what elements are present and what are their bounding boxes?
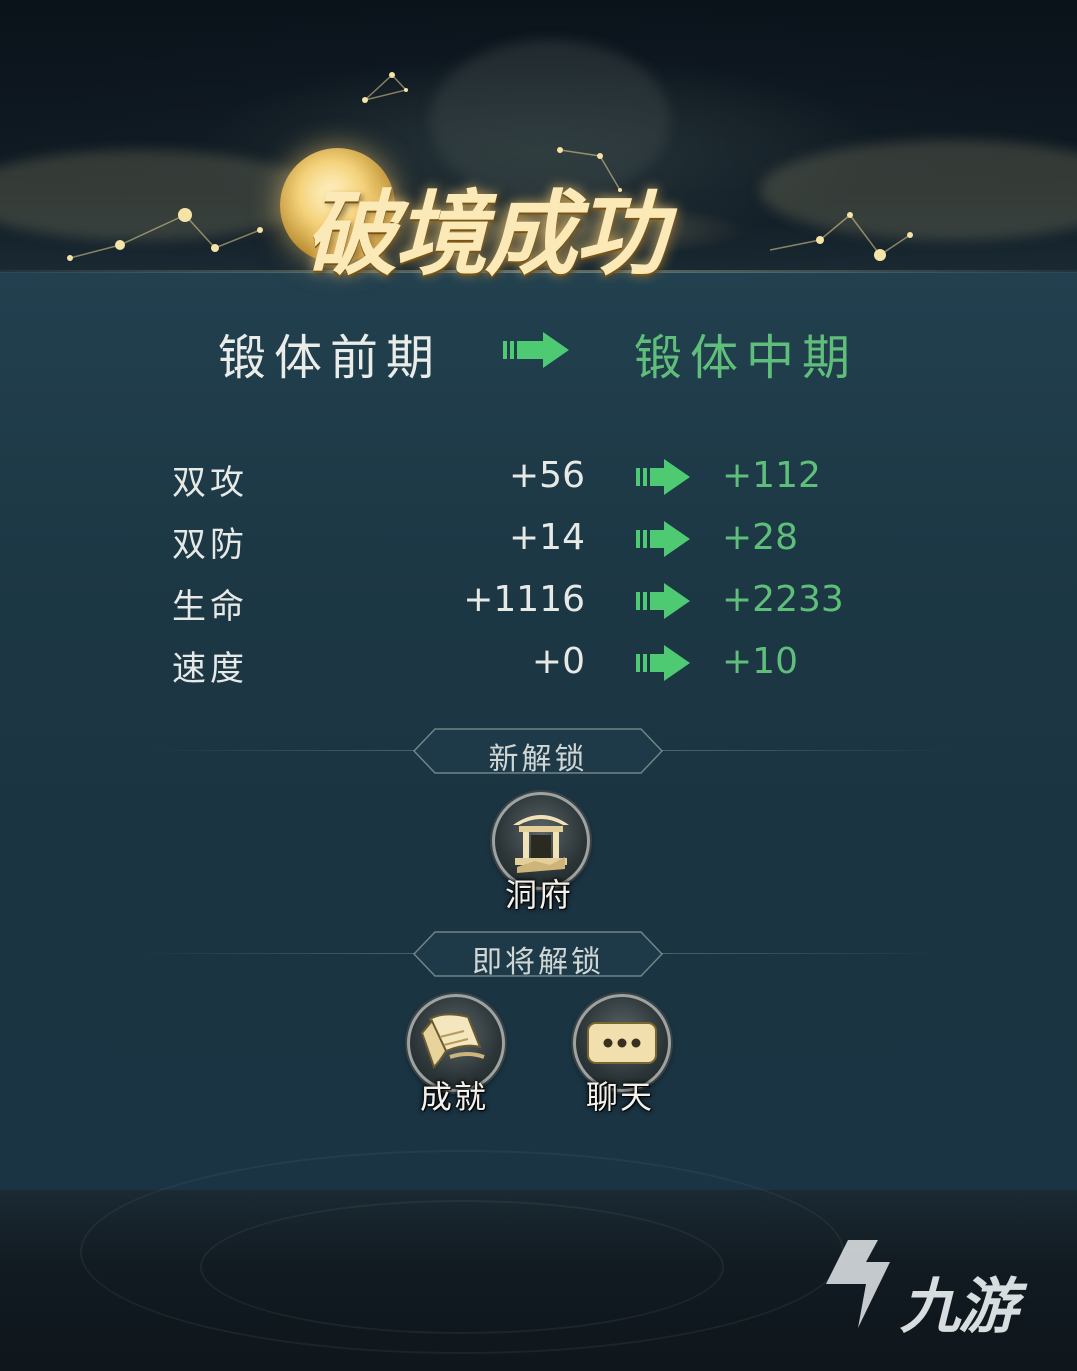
upcoming-unlock-heading: 即将解锁 <box>413 931 663 980</box>
stat-old-value: +1116 <box>463 579 585 620</box>
arrow-right-icon <box>503 332 573 368</box>
unlock-label: 成就 <box>419 1078 488 1116</box>
unlock-label: 聊天 <box>585 1078 654 1116</box>
page-title: 破境成功 <box>305 180 667 288</box>
stat-old-value: +14 <box>509 517 585 558</box>
swirl-decoration <box>200 1200 724 1334</box>
realm-change-row: 锻体前期 锻体中期 <box>0 318 1077 388</box>
watermark: 九游 <box>818 1232 1048 1342</box>
stat-new-value: +2233 <box>722 579 844 620</box>
arrow-right-icon <box>636 521 692 557</box>
watermark-text: 九游 <box>900 1272 1018 1342</box>
stat-label: 双攻 <box>172 463 248 503</box>
stat-row: 双攻 +56 +112 <box>0 455 1077 511</box>
stat-row: 速度 +0 +10 <box>0 641 1077 697</box>
stat-row: 生命 +1116 +2233 <box>0 579 1077 635</box>
stat-label: 速度 <box>172 649 248 689</box>
arrow-right-icon <box>636 645 692 681</box>
stat-new-value: +10 <box>722 641 798 682</box>
realm-to: 锻体中期 <box>634 330 859 386</box>
nine-game-logo-icon <box>826 1240 890 1328</box>
realm-from: 锻体前期 <box>218 330 443 386</box>
stat-label: 生命 <box>172 587 248 627</box>
stat-label: 双防 <box>172 525 248 565</box>
new-unlock-heading: 新解锁 <box>413 728 663 777</box>
stat-old-value: +0 <box>531 641 585 682</box>
breakthrough-result-screen: 破境成功 锻体前期 锻体中期 双攻 +56 +112 双防 +14 +28 生命… <box>0 0 1077 1371</box>
stat-new-value: +112 <box>722 455 821 496</box>
unlock-label: 洞府 <box>504 876 573 914</box>
stat-row: 双防 +14 +28 <box>0 517 1077 573</box>
title-emblem: 破境成功 <box>280 140 780 290</box>
arrow-right-icon <box>636 583 692 619</box>
arrow-right-icon <box>636 459 692 495</box>
stat-new-value: +28 <box>722 517 798 558</box>
upcoming-unlock-heading-text: 即将解锁 <box>472 945 604 980</box>
stat-old-value: +56 <box>509 455 585 496</box>
new-unlock-heading-text: 新解锁 <box>488 742 588 777</box>
